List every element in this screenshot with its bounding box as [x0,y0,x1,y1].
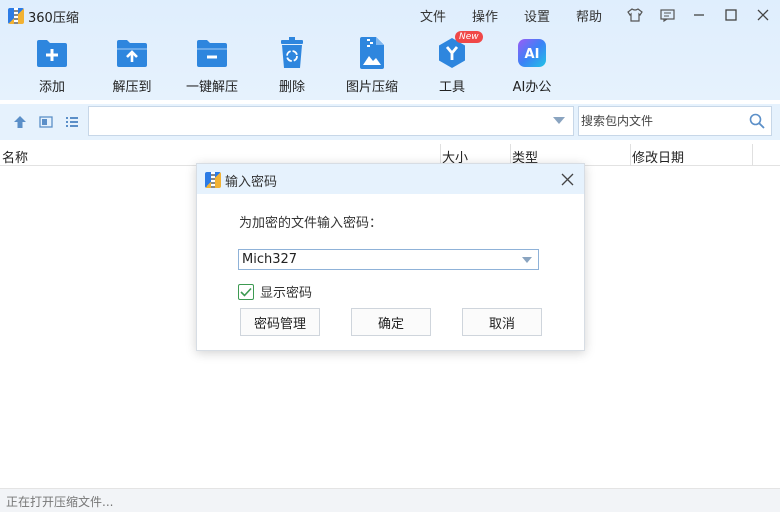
dialog-app-logo-icon [205,172,221,188]
ai-office-button[interactable]: AI AI办公 [497,36,567,96]
ok-button[interactable]: 确定 [351,308,431,336]
password-dialog: 输入密码 为加密的文件输入密码： 显示密码 密码管理 确定 取消 [196,163,585,351]
image-compress-icon [355,36,389,70]
tools-button[interactable]: New 工具 [417,31,487,96]
menu-help[interactable]: 帮助 [576,6,602,25]
ai-icon-text: AI [525,47,540,62]
search-box [578,106,772,136]
delete-icon [275,36,309,70]
show-password-label[interactable]: 显示密码 [260,282,312,301]
show-password-checkbox[interactable] [238,283,254,300]
thumbnail-view-icon[interactable] [37,113,55,131]
delete-button[interactable]: 删除 [257,36,327,96]
feedback-icon[interactable] [656,4,678,26]
dialog-title: 输入密码 [225,175,278,190]
column-divider[interactable] [752,144,753,166]
one-click-extract-icon [195,36,229,70]
cancel-button[interactable]: 取消 [462,308,542,336]
column-modified-date[interactable]: 修改日期 [632,147,684,166]
menu-operate[interactable]: 操作 [472,6,498,25]
ai-office-label: AI办公 [512,80,552,95]
search-input[interactable] [581,114,741,128]
app-title: 360压缩 [28,10,79,26]
show-password-row: 显示密码 [238,282,312,301]
password-prompt: 为加密的文件输入密码： [239,216,383,231]
password-manage-button[interactable]: 密码管理 [240,308,320,336]
menu-bar: 文件 操作 设置 帮助 [420,6,628,25]
minimize-icon[interactable] [688,4,710,26]
add-button[interactable]: 添加 [17,36,87,96]
app-header: 360压缩 文件 操作 设置 帮助 添加 解压到 一键解压 删除 图片压缩 Ne… [0,0,780,100]
window-controls [624,4,774,26]
search-icon[interactable] [749,113,765,133]
extract-to-label: 解压到 [112,80,152,95]
menu-file[interactable]: 文件 [420,6,446,25]
status-text: 正在打开压缩文件... [6,495,114,509]
maximize-icon[interactable] [720,4,742,26]
one-click-extract-button[interactable]: 一键解压 [177,36,247,96]
app-title-bar: 360压缩 [8,6,79,26]
toolbar: 添加 解压到 一键解压 删除 图片压缩 New 工具 AI AI办公 [0,31,600,96]
one-click-extract-label: 一键解压 [185,80,238,95]
ai-office-icon: AI [515,36,549,70]
skin-icon[interactable] [624,4,646,26]
checkmark-icon [240,287,252,297]
menu-settings[interactable]: 设置 [524,6,550,25]
image-compress-button[interactable]: 图片压缩 [337,36,407,96]
password-dropdown-arrow-icon[interactable] [522,257,532,263]
delete-label: 删除 [278,80,305,95]
up-arrow-icon[interactable] [11,113,29,131]
extract-to-button[interactable]: 解压到 [97,36,167,96]
status-bar: 正在打开压缩文件... [0,488,780,512]
list-view-icon[interactable] [63,113,81,131]
password-input[interactable] [242,252,512,267]
dialog-title-bar: 输入密码 [197,164,584,194]
new-badge: New [455,31,483,43]
path-dropdown-arrow-icon[interactable] [553,117,565,124]
dialog-close-icon[interactable] [558,170,576,188]
column-divider[interactable] [630,144,631,166]
password-combobox [238,249,539,270]
add-folder-icon [35,36,69,70]
address-bar-row [0,104,780,140]
add-label: 添加 [38,80,65,95]
column-name[interactable]: 名称 [2,147,28,166]
image-compress-label: 图片压缩 [345,80,398,95]
app-logo-icon [8,8,24,24]
close-icon[interactable] [752,4,774,26]
tools-label: 工具 [438,80,465,95]
path-combobox[interactable] [88,106,574,136]
extract-to-icon [115,36,149,70]
